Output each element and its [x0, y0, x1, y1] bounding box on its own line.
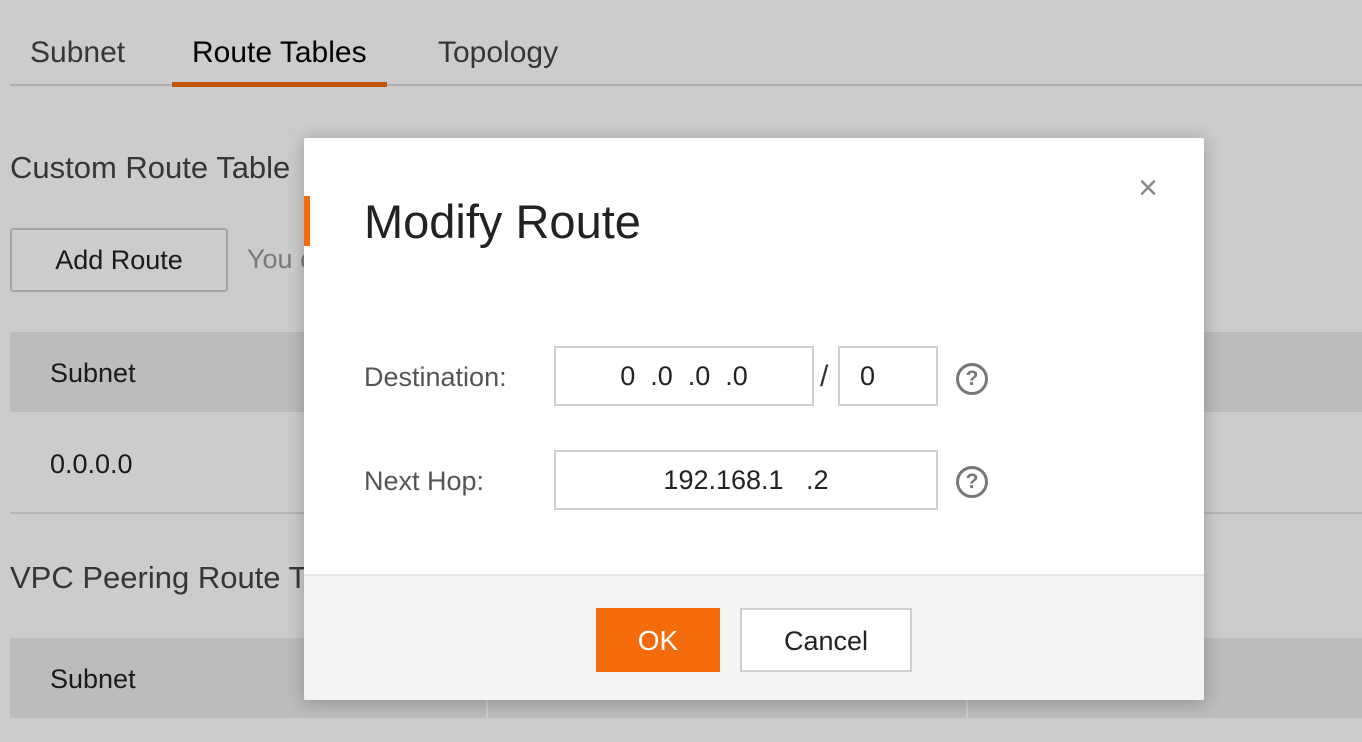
destination-prefix-input[interactable]: 0	[838, 346, 938, 406]
cidr-separator: /	[820, 360, 829, 393]
close-icon[interactable]: ×	[1132, 171, 1164, 205]
next-hop-input[interactable]: 192.168.1 .2	[554, 450, 938, 510]
ok-button[interactable]: OK	[596, 608, 720, 672]
next-hop-help-icon[interactable]: ?	[956, 466, 988, 498]
cancel-button[interactable]: Cancel	[740, 608, 912, 672]
dialog-title: Modify Route	[364, 195, 641, 248]
destination-help-icon[interactable]: ?	[956, 363, 988, 395]
dialog-footer: OK Cancel	[304, 574, 1204, 700]
modify-route-dialog: Modify Route × Destination: 0 .0 .0 .0 /…	[304, 138, 1204, 700]
dialog-accent-bar	[304, 196, 310, 246]
destination-label: Destination:	[364, 362, 507, 392]
next-hop-label: Next Hop:	[364, 466, 485, 496]
destination-ip-input[interactable]: 0 .0 .0 .0	[554, 346, 814, 406]
